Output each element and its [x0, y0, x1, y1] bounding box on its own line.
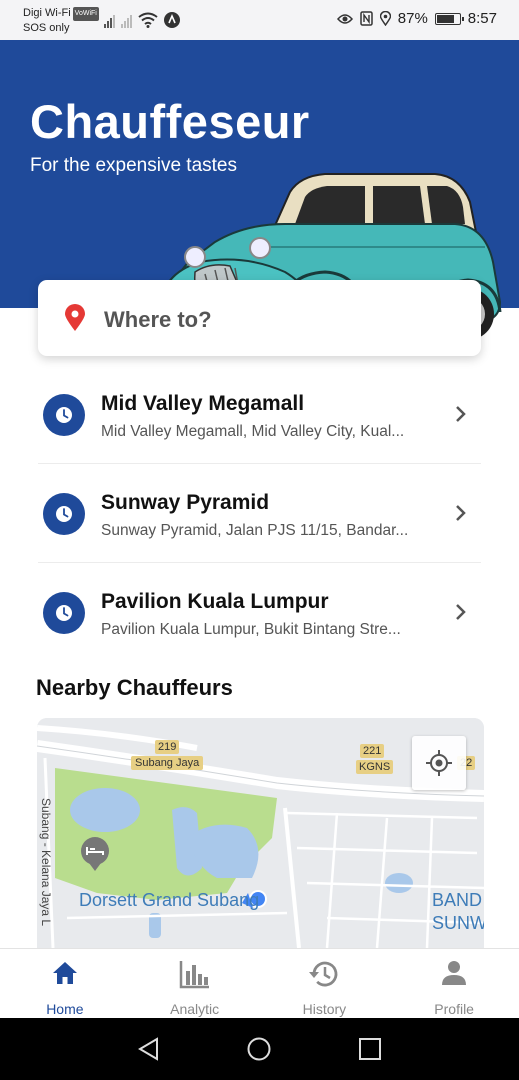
destination-address: Mid Valley Megamall, Mid Valley City, Ku… [101, 423, 405, 440]
signal-icon [104, 15, 115, 28]
recent-destination-item[interactable]: Pavilion Kuala Lumpur Pavilion Kuala Lum… [38, 563, 481, 662]
destination-address: Sunway Pyramid, Jalan PJS 11/15, Bandar.… [101, 522, 409, 539]
search-box[interactable]: Where to? [38, 280, 481, 356]
route-shield: 221 [360, 744, 385, 758]
nav-label: History [302, 1001, 347, 1017]
app-title: Chauffeseur [30, 95, 310, 148]
status-right: 87% 8:57 [336, 10, 497, 27]
my-location-button[interactable] [412, 736, 466, 790]
nav-home[interactable]: Home [0, 949, 130, 1018]
recent-destinations-list: Mid Valley Megamall Mid Valley Megamall,… [38, 365, 481, 662]
signal-icon-2 [121, 15, 132, 28]
map-road-label: Subang - Kelana Jaya L [39, 798, 53, 927]
carrier-name: Digi Wi-Fi [23, 7, 71, 19]
map-label-subang-jaya: Subang Jaya [131, 756, 204, 770]
nav-label: Profile [434, 1001, 474, 1017]
signal-icons [104, 12, 180, 28]
search-placeholder: Where to? [104, 307, 212, 332]
destination-title: Mid Valley Megamall [101, 392, 305, 415]
clock-icon [43, 394, 85, 436]
clock: 8:57 [467, 10, 497, 27]
history-icon [309, 961, 338, 987]
carrier-info: Digi Wi-Fi VoWiFi SOS only [23, 6, 99, 35]
system-navigation-bar [0, 1018, 519, 1080]
clock-icon [43, 592, 85, 634]
destination-title: Sunway Pyramid [101, 491, 270, 514]
nav-label: Home [46, 1001, 84, 1017]
nav-label: Analytic [170, 1001, 220, 1017]
crosshair-icon [426, 750, 452, 776]
hero-banner: Chauffeseur For the expensive tastes [0, 40, 519, 342]
nearby-section-title: Nearby Chauffeurs [36, 675, 233, 700]
nav-history[interactable]: History [260, 949, 390, 1018]
route-shield: KGNS [356, 760, 394, 774]
status-bar: Digi Wi-Fi VoWiFi SOS only 87% 8:57 [0, 0, 519, 40]
home-system-button[interactable] [247, 1037, 271, 1066]
recents-square-icon [359, 1038, 381, 1060]
home-circle-icon [247, 1037, 271, 1061]
bar-chart-icon [179, 961, 209, 989]
location-pin-icon [65, 304, 85, 331]
eye-comfort-icon [336, 13, 353, 24]
recents-button[interactable] [358, 1037, 382, 1066]
chevron-right-icon [456, 505, 466, 521]
destination-title: Pavilion Kuala Lumpur [101, 590, 329, 613]
chevron-right-icon [456, 406, 466, 422]
vowifi-badge: VoWiFi [72, 7, 99, 21]
bottom-navigation: Home Analytic History Profile [0, 948, 519, 1018]
chevron-right-icon [456, 604, 466, 620]
nav-profile[interactable]: Profile [389, 949, 519, 1018]
nav-analytic[interactable]: Analytic [130, 949, 260, 1018]
nfc-icon [360, 11, 373, 26]
recent-destination-item[interactable]: Mid Valley Megamall Mid Valley Megamall,… [38, 365, 481, 464]
back-triangle-icon [138, 1037, 158, 1061]
app-notification-icon [164, 12, 180, 28]
map-label-area: SUNW [432, 913, 484, 933]
wifi-icon [138, 12, 158, 28]
route-shield: 219 [155, 740, 180, 754]
sos-text: SOS only [23, 22, 70, 34]
location-icon [379, 11, 391, 26]
home-icon [52, 962, 77, 984]
recent-destination-item[interactable]: Sunway Pyramid Sunway Pyramid, Jalan PJS… [38, 464, 481, 563]
battery-percent: 87% [397, 10, 428, 27]
back-button[interactable] [137, 1037, 161, 1066]
destination-address: Pavilion Kuala Lumpur, Bukit Bintang Str… [101, 621, 401, 638]
map-label-hotel: Dorsett Grand Subang [79, 890, 260, 910]
person-icon [442, 961, 467, 985]
battery-icon [434, 12, 464, 25]
clock-icon [43, 493, 85, 535]
map-label-area: BAND [432, 890, 483, 910]
nearby-map[interactable]: 219 Subang Jaya 221 KGNS 22 Subang - Kel… [37, 718, 484, 948]
